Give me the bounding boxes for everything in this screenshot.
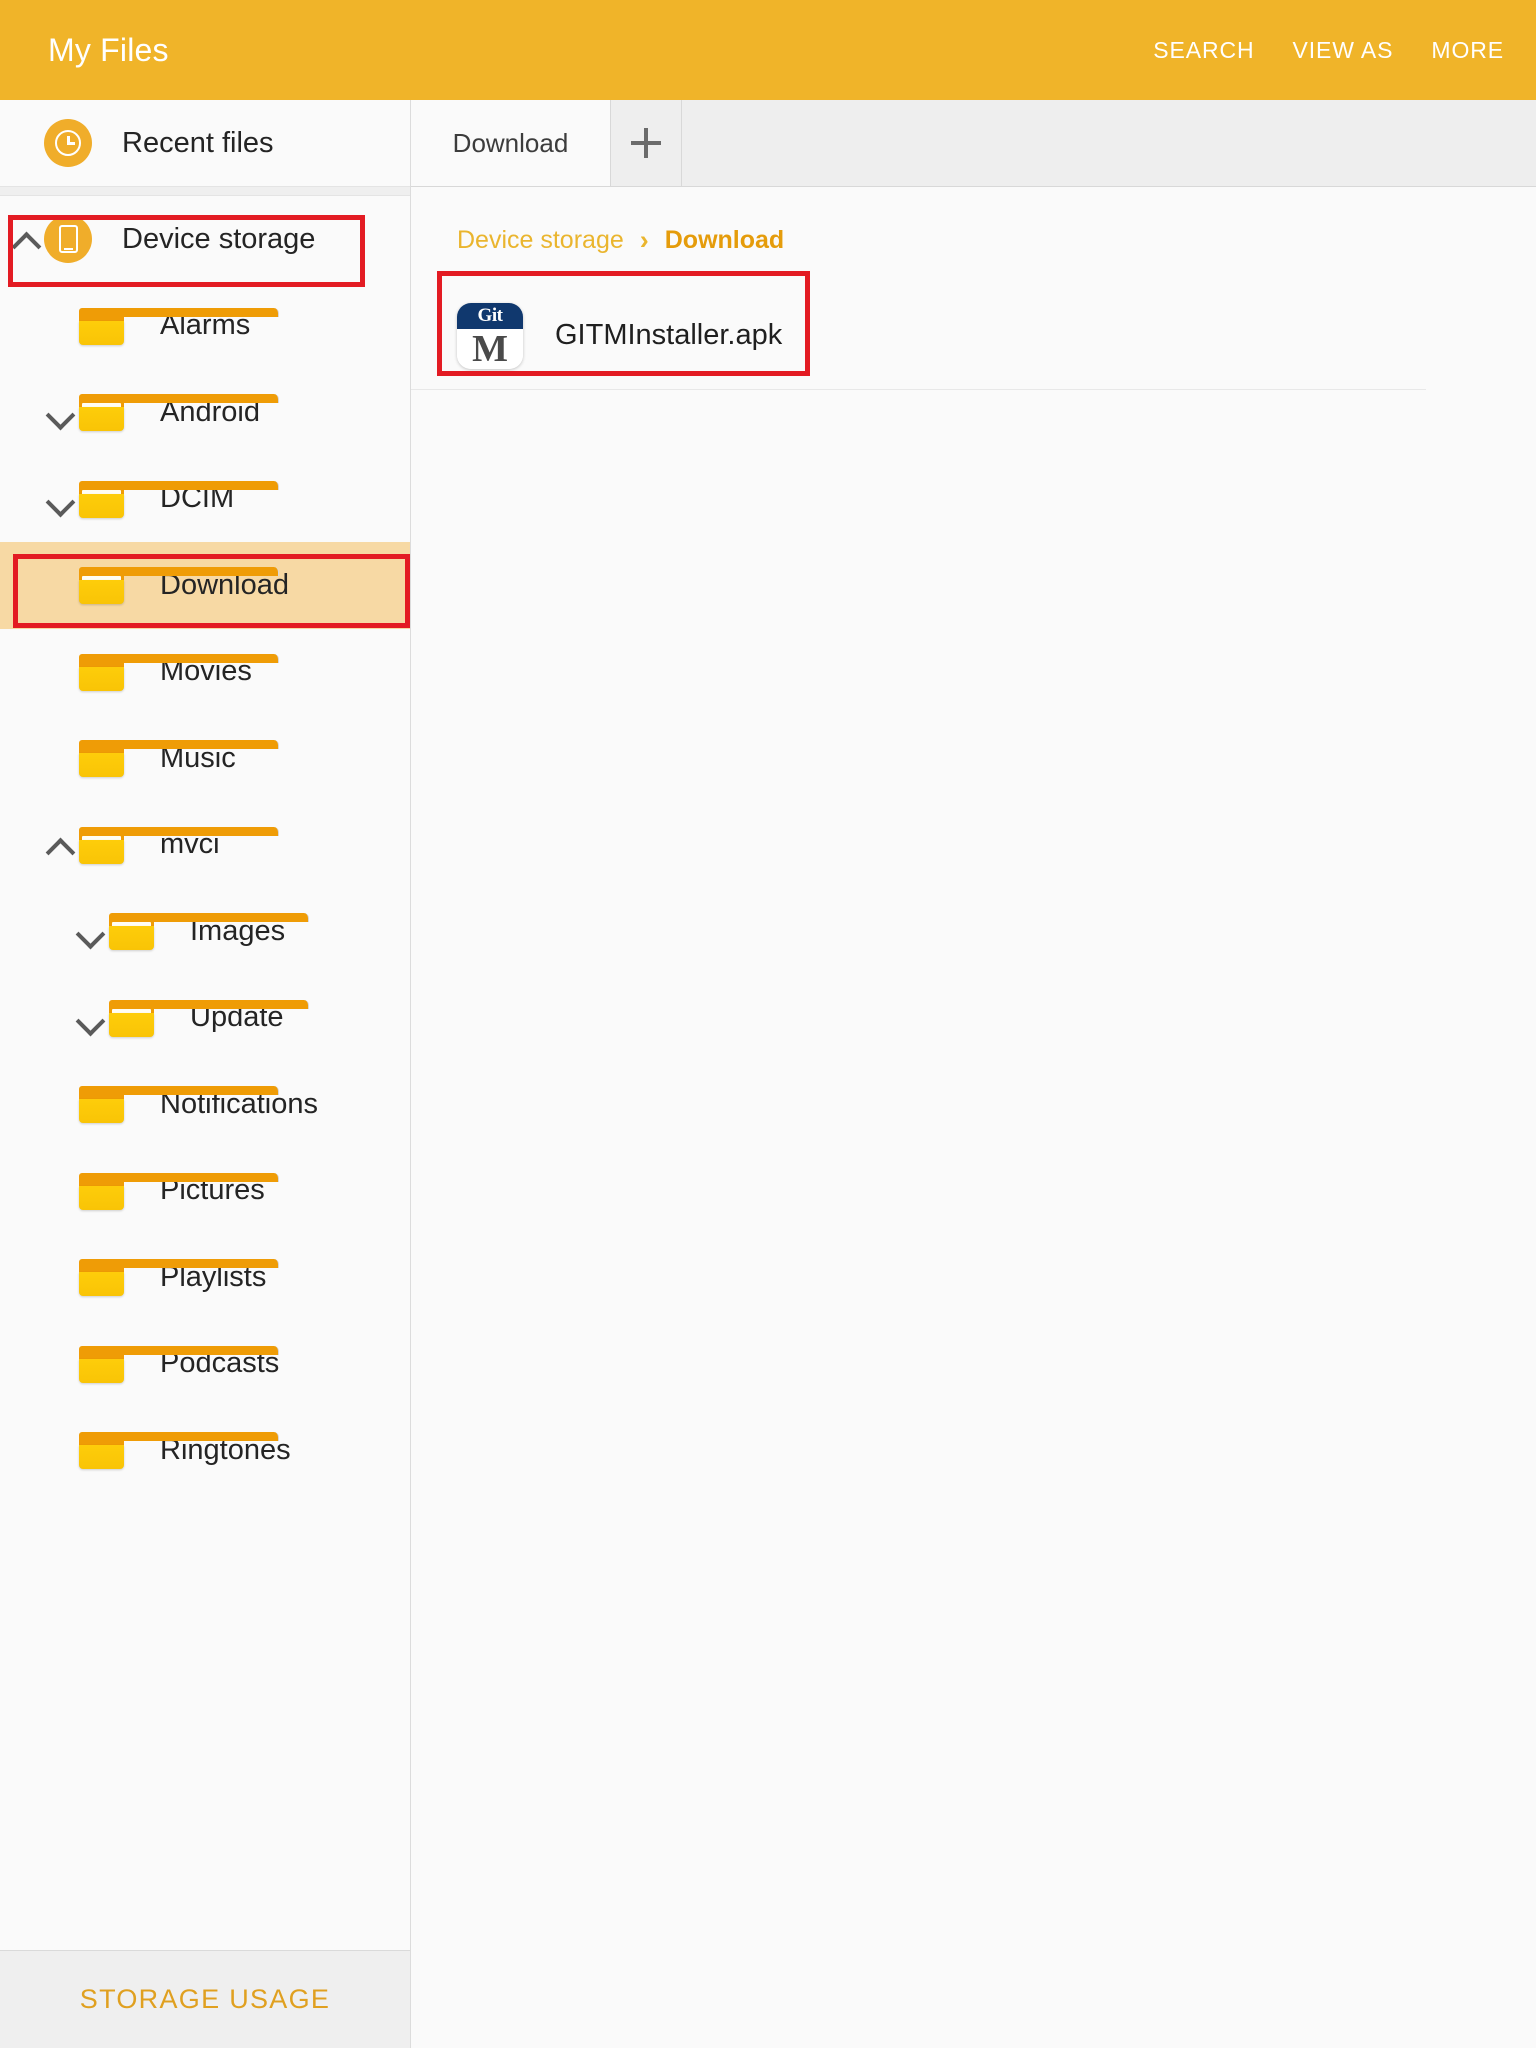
sidebar-item-android[interactable]: Android [0, 369, 410, 456]
sidebar-item-download[interactable]: Download [0, 542, 410, 629]
sidebar: Recent files Device storage Alarms Andro… [0, 100, 411, 2048]
folder-icon [78, 478, 279, 520]
content-area: Device storage › Download Git M GITMInst… [411, 187, 1536, 2048]
sidebar-item-images[interactable]: Images [0, 888, 410, 975]
sidebar-item-alarms[interactable]: Alarms [0, 283, 410, 370]
folder-icon [108, 997, 309, 1039]
chevron-down-icon[interactable] [74, 914, 108, 948]
sidebar-item-music[interactable]: Music [0, 715, 410, 802]
tab-label: Download [452, 127, 569, 158]
folder-icon [78, 1256, 279, 1298]
folder-icon [78, 1083, 279, 1125]
chevron-down-icon[interactable] [44, 395, 78, 429]
folder-icon [78, 564, 279, 606]
plus-icon [631, 128, 661, 158]
folder-icon [78, 824, 279, 866]
apk-icon-bottom-band: M [457, 327, 523, 369]
apk-app-icon: Git M [457, 302, 523, 369]
folder-icon [78, 305, 279, 347]
folder-icon [78, 651, 279, 693]
view-as-button[interactable]: VIEW AS [1293, 37, 1394, 64]
breadcrumb-item-download[interactable]: Download [665, 226, 784, 255]
tab-download[interactable]: Download [411, 100, 611, 186]
sidebar-item-label: Device storage [122, 222, 316, 255]
folder-icon [78, 391, 279, 433]
more-button[interactable]: MORE [1431, 37, 1504, 64]
breadcrumb-item-device-storage[interactable]: Device storage [457, 226, 624, 255]
chevron-placeholder [44, 309, 78, 343]
file-name-label: GITMInstaller.apk [555, 319, 783, 351]
sidebar-divider [0, 186, 410, 196]
main-panel: Download Device storage › Download Git M… [411, 100, 1536, 2048]
app-bar: My Files SEARCH VIEW AS MORE [0, 0, 1536, 100]
page-title: My Files [48, 31, 169, 68]
my-files-app: My Files SEARCH VIEW AS MORE Recent file… [0, 0, 1536, 2048]
sidebar-item-update[interactable]: Update [0, 975, 410, 1062]
breadcrumb: Device storage › Download [411, 187, 1536, 256]
chevron-up-icon[interactable] [44, 828, 78, 862]
sidebar-item-recent-files[interactable]: Recent files [0, 100, 410, 186]
app-bar-actions: SEARCH VIEW AS MORE [1153, 37, 1536, 64]
add-tab-button[interactable] [611, 100, 682, 186]
chevron-placeholder [44, 1087, 78, 1121]
sidebar-item-device-storage[interactable]: Device storage [0, 196, 410, 283]
chevron-down-icon[interactable] [74, 1001, 108, 1035]
sidebar-scroll[interactable]: Recent files Device storage Alarms Andro… [0, 100, 410, 1950]
folder-icon [78, 1170, 279, 1212]
apk-icon-top-label: Git [477, 305, 503, 326]
chevron-placeholder [44, 1433, 78, 1467]
sidebar-item-pictures[interactable]: Pictures [0, 1148, 410, 1235]
chevron-placeholder [44, 655, 78, 689]
file-row[interactable]: Git M GITMInstaller.apk [411, 282, 1426, 390]
phone-icon [44, 215, 92, 264]
sidebar-item-playlists[interactable]: Playlists [0, 1234, 410, 1321]
chevron-placeholder [44, 568, 78, 602]
tab-strip: Download [411, 100, 1536, 187]
sidebar-item-notifications[interactable]: Notifications [0, 1061, 410, 1148]
tab-strip-filler [682, 100, 1536, 186]
search-button[interactable]: SEARCH [1153, 37, 1254, 64]
folder-icon [78, 1429, 279, 1471]
sidebar-item-label: Recent files [122, 126, 274, 159]
apk-icon-bottom-label: M [472, 327, 508, 369]
clock-icon [44, 119, 92, 167]
sidebar-item-ringtones[interactable]: Ringtones [0, 1407, 410, 1494]
chevron-placeholder [44, 1347, 78, 1381]
sidebar-item-mvci[interactable]: mvci [0, 802, 410, 889]
chevron-down-icon[interactable] [44, 482, 78, 516]
folder-icon [108, 910, 309, 952]
sidebar-item-podcasts[interactable]: Podcasts [0, 1321, 410, 1408]
folder-icon [78, 737, 279, 779]
chevron-placeholder [44, 1260, 78, 1294]
chevron-placeholder [44, 1174, 78, 1208]
body: Recent files Device storage Alarms Andro… [0, 100, 1536, 2048]
chevron-placeholder [44, 741, 78, 775]
file-list: Git M GITMInstaller.apk [411, 282, 1536, 390]
chevron-up-icon[interactable] [10, 222, 44, 256]
apk-icon-top-band: Git [457, 302, 523, 329]
sidebar-item-dcim[interactable]: DCIM [0, 456, 410, 543]
breadcrumb-separator-icon: › [639, 225, 649, 255]
storage-usage-button[interactable]: STORAGE USAGE [0, 1950, 410, 2048]
storage-usage-label: STORAGE USAGE [79, 1984, 331, 2014]
sidebar-item-movies[interactable]: Movies [0, 629, 410, 716]
folder-icon [78, 1343, 279, 1385]
